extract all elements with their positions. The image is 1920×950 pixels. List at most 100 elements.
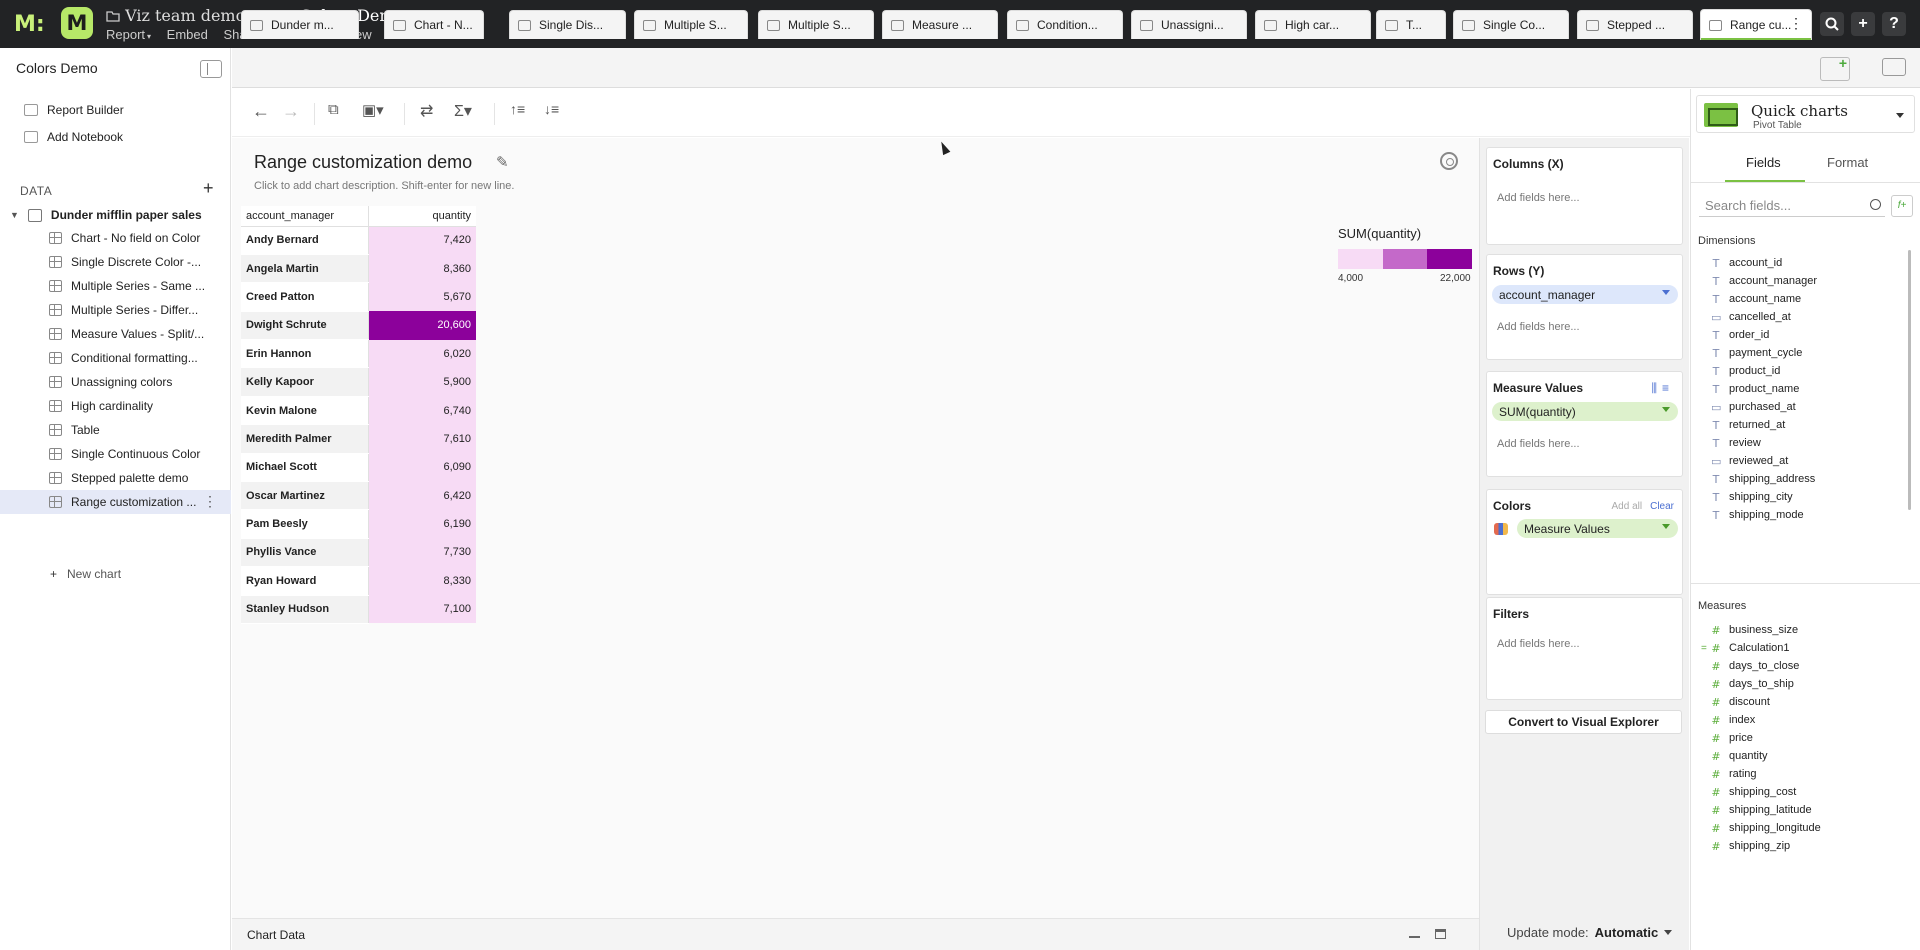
chevron-down-icon[interactable] — [1896, 113, 1904, 118]
measure-field-pill[interactable]: SUM(quantity) — [1492, 402, 1678, 421]
sidebar-item-selected[interactable]: Range customization ... ⋮ — [0, 490, 231, 514]
measure-field[interactable]: # quantity — [1711, 747, 1767, 765]
add-fields-placeholder[interactable]: Add fields here... — [1497, 321, 1580, 333]
row-header-cell[interactable]: Andy Bernard — [241, 226, 368, 255]
edit-icon[interactable]: ✎ — [496, 153, 509, 171]
add-fields-placeholder[interactable]: Add fields here... — [1497, 438, 1580, 450]
column-header-account-manager[interactable]: account_manager — [241, 206, 368, 227]
row-header-cell[interactable]: Dwight Schrute — [241, 311, 368, 341]
tab-chart[interactable]: Multiple S... — [634, 10, 748, 39]
scrollbar[interactable] — [1908, 250, 1911, 510]
value-cell[interactable]: 6,740 — [367, 396, 476, 425]
value-cell[interactable]: 5,670 — [367, 282, 476, 312]
chevron-down-icon[interactable] — [1662, 290, 1670, 295]
toggle-panel-icon[interactable] — [1882, 58, 1906, 76]
dimension-field[interactable]: Treturned_at — [1711, 416, 1786, 434]
search-icon[interactable] — [1820, 12, 1844, 36]
add-data-icon[interactable]: + — [203, 178, 214, 199]
menu-report[interactable]: Report — [106, 27, 145, 42]
measure-field[interactable]: # rating — [1711, 765, 1756, 783]
chevron-down-icon[interactable] — [1662, 407, 1670, 412]
measure-field[interactable]: # shipping_latitude — [1711, 801, 1811, 819]
add-notebook-link[interactable]: Add Notebook — [24, 130, 123, 144]
measure-values-shelf[interactable]: Measure Values ⫼≡ SUM(quantity) Add fiel… — [1486, 371, 1683, 477]
value-cell[interactable]: 7,100 — [367, 595, 476, 624]
add-all-button[interactable]: Add all — [1612, 501, 1643, 512]
gear-icon[interactable] — [1440, 152, 1458, 170]
row-header-cell[interactable]: Angela Martin — [241, 254, 368, 284]
breadcrumb-folder[interactable]: Viz team demos — [125, 6, 253, 25]
sidebar-item-chart[interactable]: Multiple Series - Same ... — [0, 274, 231, 298]
report-builder-link[interactable]: Report Builder — [24, 103, 124, 117]
tab-chart[interactable]: T... — [1376, 10, 1446, 39]
dimension-field[interactable]: Taccount_id — [1711, 254, 1783, 272]
colors-field-pill[interactable]: Measure Values — [1517, 519, 1678, 538]
workbook-icon[interactable]: M — [61, 7, 93, 39]
plus-icon[interactable]: + — [1851, 12, 1875, 36]
dimension-field[interactable]: Tshipping_mode — [1711, 506, 1804, 524]
sidebar-item-chart[interactable]: Conditional formatting... — [0, 346, 231, 370]
sidebar-item-chart[interactable]: Multiple Series - Differ... — [0, 298, 231, 322]
columns-shelf[interactable]: Columns (X) Add fields here... — [1486, 147, 1683, 245]
layout-toggle-icon[interactable]: ⫼≡ — [1651, 381, 1674, 396]
row-header-cell[interactable]: Oscar Martinez — [241, 481, 368, 511]
measure-field[interactable]: = # Calculation1 — [1701, 639, 1790, 657]
update-mode-value[interactable]: Automatic — [1595, 925, 1659, 940]
dimension-field[interactable]: Tshipping_address — [1711, 470, 1816, 488]
quick-charts-selector[interactable]: Quick charts Pivot Table — [1696, 95, 1915, 133]
row-header-cell[interactable]: Kelly Kapoor — [241, 367, 368, 397]
dimension-field[interactable]: ▭ reviewed_at — [1711, 452, 1788, 470]
measure-field[interactable]: # shipping_longitude — [1711, 819, 1820, 837]
logo[interactable]: M: — [14, 12, 45, 37]
value-cell[interactable]: 20,600 — [367, 311, 476, 340]
value-cell[interactable]: 8,360 — [367, 254, 476, 283]
search-fields-input[interactable]: Search fields... — [1699, 195, 1885, 217]
measure-field[interactable]: # days_to_close — [1711, 657, 1799, 675]
convert-to-visual-explorer-button[interactable]: Convert to Visual Explorer — [1485, 710, 1682, 734]
add-tab-button[interactable] — [1820, 55, 1850, 81]
update-mode[interactable]: Update mode: Automatic — [1507, 925, 1673, 940]
measure-field[interactable]: # days_to_ship — [1711, 675, 1793, 693]
new-chart-button[interactable]: + New chart — [50, 567, 121, 581]
chart-type-icon[interactable]: ▣▾ — [362, 101, 384, 119]
sidebar-item-chart[interactable]: Chart - No field on Color — [0, 226, 231, 250]
add-chart-icon[interactable]: ⧉ — [328, 101, 339, 118]
chart-data-bar[interactable]: Chart Data — [232, 918, 1479, 950]
sidebar-item-chart[interactable]: Stepped palette demo — [0, 466, 231, 490]
tab-chart[interactable]: Dunder m... — [241, 10, 359, 39]
tab-active[interactable]: Range cu... ⋮ — [1700, 9, 1812, 40]
chart-description[interactable]: Click to add chart description. Shift-en… — [254, 180, 514, 192]
maximize-icon[interactable] — [1435, 929, 1446, 939]
rows-field-pill[interactable]: account_manager — [1492, 285, 1678, 304]
measure-field[interactable]: # business_size — [1711, 621, 1798, 639]
tab-chart[interactable]: Single Co... — [1453, 10, 1569, 39]
minimize-icon[interactable] — [1409, 936, 1420, 938]
row-header-cell[interactable]: Phyllis Vance — [241, 538, 368, 568]
add-fields-placeholder[interactable]: Add fields here... — [1497, 638, 1580, 650]
sidebar-item-chart[interactable]: Single Continuous Color — [0, 442, 231, 466]
sidebar-item-chart[interactable]: High cardinality — [0, 394, 231, 418]
dimension-field[interactable]: Torder_id — [1711, 326, 1770, 344]
dimension-field[interactable]: Tproduct_id — [1711, 362, 1781, 380]
value-cell[interactable]: 6,090 — [367, 453, 476, 482]
clear-button[interactable]: Clear — [1650, 501, 1674, 512]
dataset-item[interactable]: ▼ Dunder mifflin paper sales — [0, 205, 231, 225]
row-header-cell[interactable]: Kevin Malone — [241, 396, 368, 426]
palette-icon[interactable] — [1494, 523, 1508, 535]
sigma-icon[interactable]: Σ▾ — [454, 101, 472, 121]
measure-field[interactable]: # price — [1711, 729, 1752, 747]
tab-chart[interactable]: Chart - N... — [384, 10, 484, 39]
value-cell[interactable]: 6,190 — [367, 509, 476, 539]
tab-chart[interactable]: Multiple S... — [758, 10, 874, 39]
sidebar-item-chart[interactable]: Single Discrete Color -... — [0, 250, 231, 274]
tab-chart[interactable]: Condition... — [1007, 10, 1123, 39]
dimension-field[interactable]: ▭ cancelled_at — [1711, 308, 1791, 326]
chart-title[interactable]: Range customization demo — [254, 152, 472, 173]
row-header-cell[interactable]: Stanley Hudson — [241, 595, 368, 624]
row-header-cell[interactable]: Michael Scott — [241, 453, 368, 483]
sort-descending-icon[interactable]: ↓≡ — [544, 101, 559, 117]
rows-shelf[interactable]: Rows (Y) account_manager Add fields here… — [1486, 254, 1683, 360]
value-cell[interactable]: 7,610 — [367, 424, 476, 454]
dimension-field[interactable]: ▭ purchased_at — [1711, 398, 1796, 416]
tab-fields[interactable]: Fields — [1746, 155, 1781, 170]
